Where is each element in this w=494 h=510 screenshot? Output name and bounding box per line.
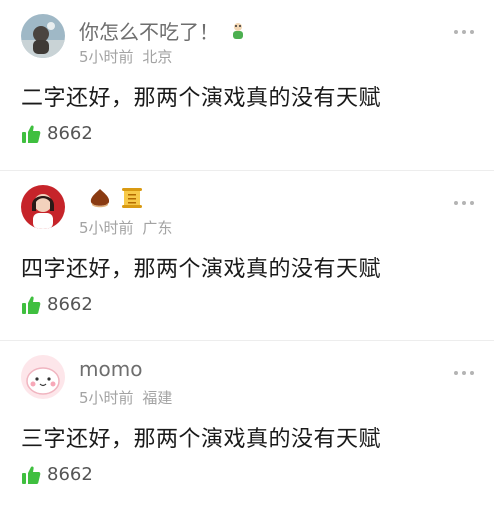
comment-text: 二字还好，那两个演戏真的没有天赋 bbox=[21, 86, 382, 111]
comment-location: 广东 bbox=[142, 219, 173, 237]
comment-time: 5小时前 bbox=[79, 219, 134, 237]
more-options-button[interactable] bbox=[454, 30, 474, 34]
comment-item: 5小时前 广东 四字还好，那两个演戏真的没有天赋 8662 bbox=[0, 170, 494, 340]
like-count: 8662 bbox=[47, 464, 93, 485]
comment-item: momo 5小时前 福建 三字还好，那两个演戏真的没有天赋 8662 bbox=[0, 340, 494, 510]
username-text: momo bbox=[79, 357, 143, 381]
more-dot-icon bbox=[462, 30, 466, 34]
avatar[interactable] bbox=[21, 185, 65, 229]
cartoon-icon bbox=[233, 22, 243, 39]
scroll-icon bbox=[122, 188, 142, 208]
more-dot-icon bbox=[470, 30, 474, 34]
comment-location: 北京 bbox=[142, 48, 173, 66]
like-button[interactable]: 8662 bbox=[21, 123, 93, 144]
username[interactable]: 你怎么不吃了！ bbox=[79, 16, 247, 45]
comment-location: 福建 bbox=[142, 389, 173, 407]
username-text: 你怎么不吃了！ bbox=[79, 20, 219, 44]
thumbs-up-icon bbox=[22, 466, 41, 484]
comment-meta: 5小时前 北京 bbox=[79, 46, 172, 67]
comment-text: 三字还好，那两个演戏真的没有天赋 bbox=[21, 427, 382, 452]
comment-item: 你怎么不吃了！ 5小时前 北京 二字还好，那两个演戏真的没有天赋 8662 bbox=[0, 0, 494, 170]
thumbs-up-icon bbox=[22, 296, 41, 314]
comment-text: 四字还好，那两个演戏真的没有天赋 bbox=[21, 257, 382, 282]
more-dot-icon bbox=[454, 30, 458, 34]
like-count: 8662 bbox=[47, 123, 93, 144]
comment-time: 5小时前 bbox=[79, 389, 134, 407]
more-dot-icon bbox=[454, 201, 458, 205]
avatar[interactable] bbox=[21, 355, 65, 399]
more-dot-icon bbox=[470, 201, 474, 205]
more-dot-icon bbox=[454, 371, 458, 375]
thumbs-up-icon bbox=[22, 125, 41, 143]
avatar[interactable] bbox=[21, 14, 65, 58]
more-dot-icon bbox=[462, 371, 466, 375]
like-button[interactable]: 8662 bbox=[21, 464, 93, 485]
more-options-button[interactable] bbox=[454, 371, 474, 375]
like-count: 8662 bbox=[47, 294, 93, 315]
comment-time: 5小时前 bbox=[79, 48, 134, 66]
username[interactable]: momo bbox=[79, 357, 142, 381]
chestnut-icon bbox=[90, 189, 110, 208]
avatar-photo bbox=[21, 185, 65, 229]
comment-meta: 5小时前 福建 bbox=[79, 387, 172, 408]
more-dot-icon bbox=[470, 371, 474, 375]
like-button[interactable]: 8662 bbox=[21, 294, 93, 315]
comment-meta: 5小时前 广东 bbox=[79, 217, 172, 238]
username[interactable] bbox=[79, 187, 143, 209]
avatar-photo bbox=[21, 355, 65, 399]
more-options-button[interactable] bbox=[454, 201, 474, 205]
avatar-photo bbox=[21, 14, 65, 58]
more-dot-icon bbox=[462, 201, 466, 205]
